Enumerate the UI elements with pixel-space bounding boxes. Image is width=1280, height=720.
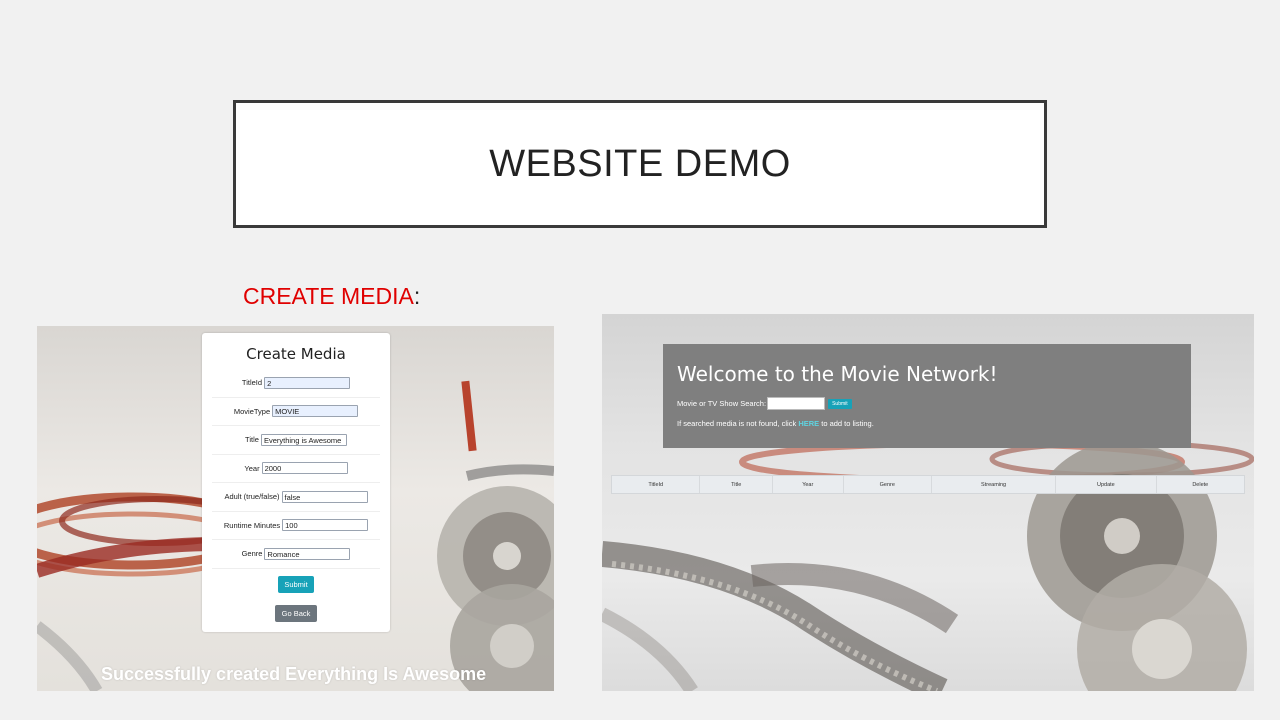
adult-input[interactable]: false [281,490,368,503]
not-found-notice: If searched media is not found, click HE… [677,419,874,428]
column-header-titleid: TitleId [612,476,701,493]
column-header-streaming: Streaming [932,476,1057,493]
movietype-input[interactable]: MOVIE [272,405,359,418]
field-label: TitleId [241,378,263,388]
field-titleid-row: TitleId 2 [212,369,380,398]
movie-network-screenshot: Welcome to the Movie Network! Movie or T… [602,314,1254,691]
field-label: Runtime Minutes [223,520,281,530]
search-row: Movie or TV Show Search: Submit [677,397,852,410]
field-adult-row: Adult (true/false) false [212,483,380,512]
slide-title: WEBSITE DEMO [489,142,791,185]
column-header-delete: Delete [1192,481,1209,488]
add-listing-link[interactable]: HERE [798,419,819,428]
field-title-row: Title Everything is Awesome [212,426,380,455]
year-input[interactable]: 2000 [261,462,348,475]
search-submit-button[interactable]: Submit [828,398,852,409]
field-year-row: Year 2000 [212,455,380,483]
column-header-year: Year [773,476,844,493]
runtime-input[interactable]: 100 [282,519,369,532]
section-label-colon: : [413,283,421,309]
media-table-header: TitleId Title Year Genre Streaming Updat… [611,475,1245,494]
create-media-form: Create Media TitleId 2 MovieType MOVIE T… [202,333,390,632]
field-genre-row: Genre Romance [212,540,380,569]
create-media-screenshot: Create Media TitleId 2 MovieType MOVIE T… [37,326,554,691]
field-runtime-row: Runtime Minutes 100 [212,512,380,540]
genre-input[interactable]: Romance [264,547,351,560]
field-label: Year [244,463,260,473]
title-input[interactable]: Everything is Awesome [260,433,347,446]
column-header-update: Update [1056,476,1157,493]
field-label: Title [245,435,259,445]
welcome-title: Welcome to the Movie Network! [677,362,998,386]
search-label: Movie or TV Show Search: [677,399,767,408]
titleid-input[interactable]: 2 [264,376,351,389]
slide-title-box: WEBSITE DEMO [233,100,1047,228]
field-label: MovieType [233,406,271,416]
search-input[interactable] [767,397,826,410]
section-label-text: CREATE MEDIA [243,283,414,309]
success-message: Successfully created Everything Is Aweso… [101,664,487,684]
go-back-button[interactable]: Go Back [275,605,317,622]
submit-button[interactable]: Submit [278,576,314,593]
field-movietype-row: MovieType MOVIE [212,398,380,426]
section-label: CREATE MEDIA: [243,283,420,310]
notice-suffix: to add to listing. [819,419,874,428]
column-header-title: Title [700,476,773,493]
welcome-panel: Welcome to the Movie Network! Movie or T… [663,344,1191,448]
notice-prefix: If searched media is not found, click [677,419,799,428]
field-label: Adult (true/false) [224,492,280,502]
column-header-genre: Genre [844,476,932,493]
form-heading: Create Media [246,345,346,363]
field-label: Genre [241,549,263,559]
